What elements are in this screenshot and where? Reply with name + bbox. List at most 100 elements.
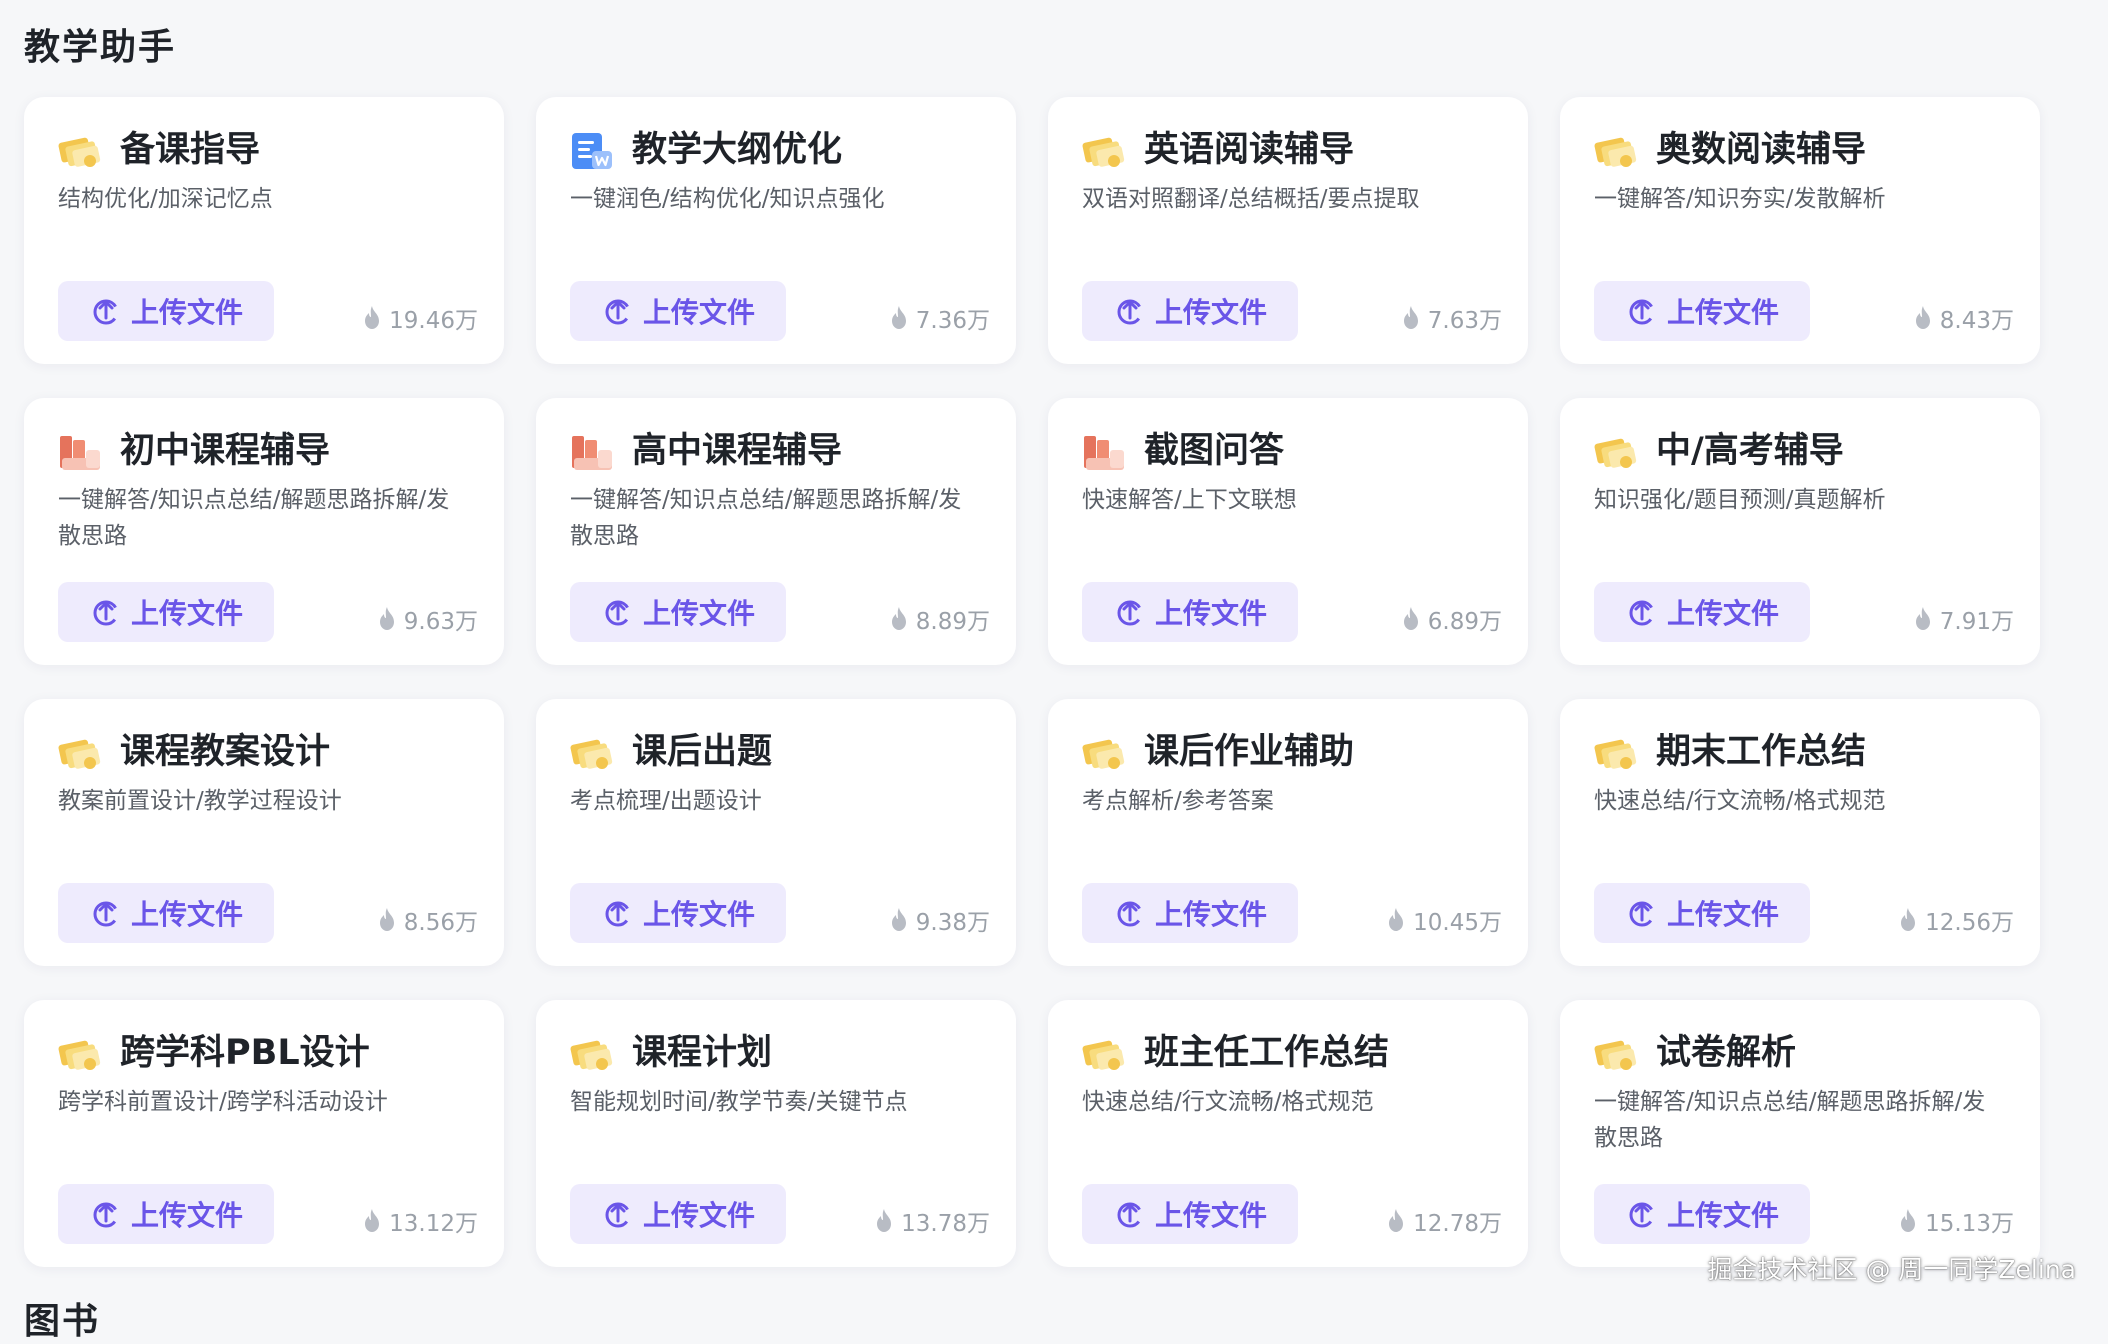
upload-file-button[interactable]: 上传文件 bbox=[58, 883, 274, 943]
upload-file-button[interactable]: 上传文件 bbox=[1594, 883, 1810, 943]
upload-button-label: 上传文件 bbox=[1154, 1199, 1267, 1232]
assistant-card-4[interactable]: 奥数阅读辅导 一键解答/知识夯实/发散解析 上传文件 8.43万 bbox=[1560, 97, 2040, 364]
upload-file-button[interactable]: 上传文件 bbox=[570, 281, 786, 341]
upload-file-button[interactable]: 上传文件 bbox=[58, 281, 274, 341]
fire-icon bbox=[888, 907, 910, 933]
upload-file-button[interactable]: 上传文件 bbox=[1082, 883, 1298, 943]
upload-button-label: 上传文件 bbox=[642, 597, 755, 630]
book-icon bbox=[56, 428, 104, 476]
fire-icon bbox=[1912, 305, 1934, 331]
upload-icon bbox=[1113, 595, 1147, 629]
popularity-count: 8.56万 bbox=[376, 903, 478, 937]
upload-file-button[interactable]: 上传文件 bbox=[58, 1184, 274, 1244]
popularity-count: 13.78万 bbox=[873, 1204, 990, 1238]
card-title: 课程教案设计 bbox=[120, 732, 331, 772]
upload-icon bbox=[1113, 294, 1147, 328]
card-description: 一键解答/知识点总结/解题思路拆解/发散思路 bbox=[1594, 1089, 1986, 1151]
upload-file-button[interactable]: 上传文件 bbox=[1594, 1184, 1810, 1244]
card-description: 快速解答/上下文联想 bbox=[1082, 487, 1297, 513]
card-description: 一键润色/结构优化/知识点强化 bbox=[570, 186, 885, 212]
upload-button-label: 上传文件 bbox=[130, 597, 243, 630]
upload-button-label: 上传文件 bbox=[1666, 296, 1779, 329]
assistant-card-8[interactable]: 中/高考辅导 知识强化/题目预测/真题解析 上传文件 7.91万 bbox=[1560, 398, 2040, 665]
fire-icon bbox=[1400, 606, 1422, 632]
upload-icon bbox=[89, 595, 123, 629]
upload-file-button[interactable]: 上传文件 bbox=[1594, 281, 1810, 341]
fire-icon bbox=[361, 305, 383, 331]
upload-file-button[interactable]: 上传文件 bbox=[1082, 281, 1298, 341]
upload-file-button[interactable]: 上传文件 bbox=[1082, 582, 1298, 642]
card-title: 课程计划 bbox=[632, 1033, 773, 1073]
fire-icon bbox=[1400, 305, 1422, 331]
assistant-card-7[interactable]: 截图问答 快速解答/上下文联想 上传文件 6.89万 bbox=[1048, 398, 1528, 665]
assistant-card-16[interactable]: 试卷解析 一键解答/知识点总结/解题思路拆解/发散思路 上传文件 15.13万 bbox=[1560, 1000, 2040, 1267]
upload-icon bbox=[89, 896, 123, 930]
assistant-card-11[interactable]: 课后作业辅助 考点解析/参考答案 上传文件 10.45万 bbox=[1048, 699, 1528, 966]
upload-button-label: 上传文件 bbox=[642, 1199, 755, 1232]
card-title: 班主任工作总结 bbox=[1144, 1033, 1390, 1073]
assistant-card-13[interactable]: 跨学科PBL设计 跨学科前置设计/跨学科活动设计 上传文件 13.12万 bbox=[24, 1000, 504, 1267]
card-title: 截图问答 bbox=[1144, 431, 1285, 471]
folder-icon bbox=[1592, 428, 1640, 476]
popularity-count: 10.45万 bbox=[1385, 903, 1502, 937]
popularity-count: 7.91万 bbox=[1912, 602, 2014, 636]
upload-button-label: 上传文件 bbox=[642, 296, 755, 329]
next-section-title: 图书 bbox=[24, 1301, 101, 1342]
assistant-card-5[interactable]: 初中课程辅导 一键解答/知识点总结/解题思路拆解/发散思路 上传文件 9.63万 bbox=[24, 398, 504, 665]
assistant-card-10[interactable]: 课后出题 考点梳理/出题设计 上传文件 9.38万 bbox=[536, 699, 1016, 966]
card-title: 初中课程辅导 bbox=[120, 431, 331, 471]
popularity-count: 15.13万 bbox=[1897, 1204, 2014, 1238]
upload-icon bbox=[1625, 294, 1659, 328]
upload-icon bbox=[1625, 1197, 1659, 1231]
assistant-card-1[interactable]: 备课指导 结构优化/加深记忆点 上传文件 19.46万 bbox=[24, 97, 504, 364]
popularity-count: 9.38万 bbox=[888, 903, 990, 937]
popularity-count: 8.89万 bbox=[888, 602, 990, 636]
folder-icon bbox=[56, 127, 104, 175]
popularity-count: 9.63万 bbox=[376, 602, 478, 636]
upload-button-label: 上传文件 bbox=[642, 898, 755, 931]
card-title: 高中课程辅导 bbox=[632, 431, 843, 471]
folder-icon bbox=[1592, 729, 1640, 777]
assistant-card-6[interactable]: 高中课程辅导 一键解答/知识点总结/解题思路拆解/发散思路 上传文件 8.89万 bbox=[536, 398, 1016, 665]
card-description: 一键解答/知识夯实/发散解析 bbox=[1594, 186, 1886, 212]
card-description: 快速总结/行文流畅/格式规范 bbox=[1082, 1089, 1374, 1115]
fire-icon bbox=[888, 305, 910, 331]
card-title: 中/高考辅导 bbox=[1656, 431, 1844, 471]
popularity-count: 8.43万 bbox=[1912, 301, 2014, 335]
card-description: 教案前置设计/教学过程设计 bbox=[58, 788, 342, 814]
card-description: 跨学科前置设计/跨学科活动设计 bbox=[58, 1089, 388, 1115]
assistant-card-15[interactable]: 班主任工作总结 快速总结/行文流畅/格式规范 上传文件 12.78万 bbox=[1048, 1000, 1528, 1267]
folder-icon bbox=[568, 1030, 616, 1078]
assistant-card-2[interactable]: 教学大纲优化 一键润色/结构优化/知识点强化 上传文件 7.36万 bbox=[536, 97, 1016, 364]
popularity-count: 12.78万 bbox=[1385, 1204, 1502, 1238]
upload-file-button[interactable]: 上传文件 bbox=[570, 582, 786, 642]
upload-file-button[interactable]: 上传文件 bbox=[1594, 582, 1810, 642]
fire-icon bbox=[361, 1208, 383, 1234]
popularity-count: 19.46万 bbox=[361, 301, 478, 335]
upload-file-button[interactable]: 上传文件 bbox=[1082, 1184, 1298, 1244]
popularity-count: 12.56万 bbox=[1897, 903, 2014, 937]
assistant-card-3[interactable]: 英语阅读辅导 双语对照翻译/总结概括/要点提取 上传文件 7.63万 bbox=[1048, 97, 1528, 364]
upload-button-label: 上传文件 bbox=[1666, 597, 1779, 630]
assistant-card-12[interactable]: 期末工作总结 快速总结/行文流畅/格式规范 上传文件 12.56万 bbox=[1560, 699, 2040, 966]
card-title: 英语阅读辅导 bbox=[1144, 130, 1355, 170]
upload-file-button[interactable]: 上传文件 bbox=[570, 883, 786, 943]
popularity-count: 7.36万 bbox=[888, 301, 990, 335]
upload-button-label: 上传文件 bbox=[1666, 898, 1779, 931]
popularity-count: 7.63万 bbox=[1400, 301, 1502, 335]
fire-icon bbox=[1912, 606, 1934, 632]
folder-icon bbox=[1080, 1030, 1128, 1078]
folder-icon bbox=[56, 729, 104, 777]
fire-icon bbox=[1897, 907, 1919, 933]
book-icon bbox=[568, 428, 616, 476]
assistant-card-14[interactable]: 课程计划 智能规划时间/教学节奏/关键节点 上传文件 13.78万 bbox=[536, 1000, 1016, 1267]
upload-file-button[interactable]: 上传文件 bbox=[58, 582, 274, 642]
folder-icon bbox=[1080, 127, 1128, 175]
card-description: 一键解答/知识点总结/解题思路拆解/发散思路 bbox=[570, 487, 962, 549]
upload-file-button[interactable]: 上传文件 bbox=[570, 1184, 786, 1244]
upload-button-label: 上传文件 bbox=[130, 1199, 243, 1232]
assistant-card-9[interactable]: 课程教案设计 教案前置设计/教学过程设计 上传文件 8.56万 bbox=[24, 699, 504, 966]
watermark: 掘金技术社区 @ 周一同学Zelina bbox=[1707, 1255, 2076, 1284]
fire-icon bbox=[888, 606, 910, 632]
card-title: 备课指导 bbox=[120, 130, 261, 170]
